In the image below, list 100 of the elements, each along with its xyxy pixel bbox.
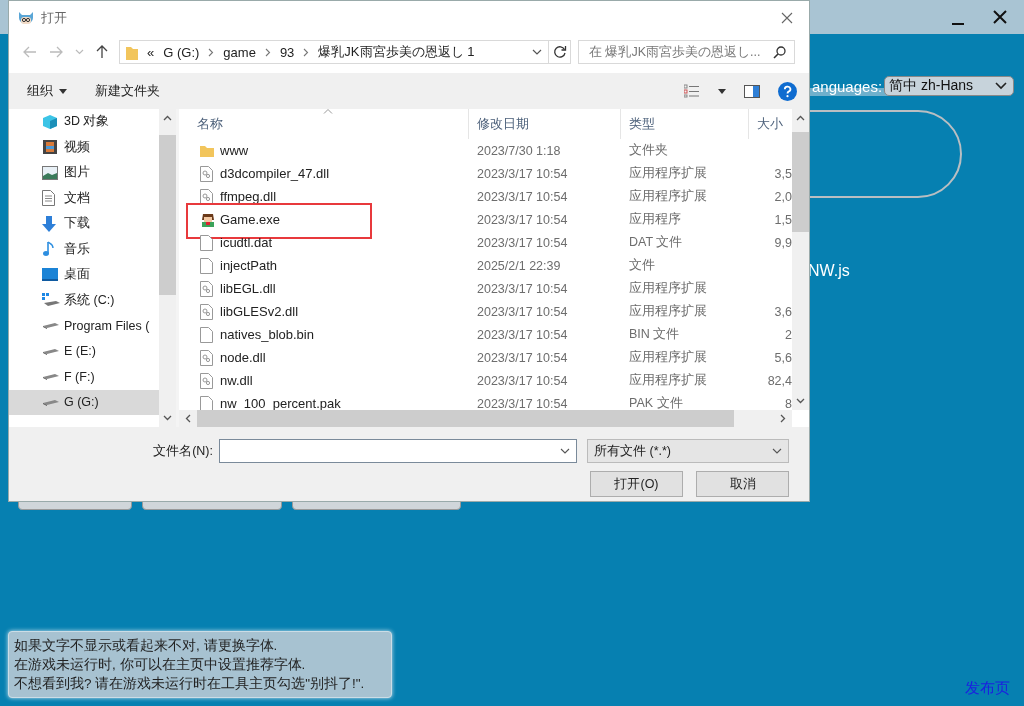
dropdown-icon — [532, 49, 542, 55]
address-bar[interactable]: « G (G:) game 93 爆乳JK雨宮歩美の恩返し 1 — [119, 40, 549, 64]
file-name[interactable]: natives_blob.bin — [220, 327, 314, 342]
sidebar-item[interactable]: E (E:) — [9, 338, 159, 364]
breadcrumb-item[interactable]: 93 — [279, 44, 295, 60]
file-name-label: 文件名(N): — [153, 442, 213, 460]
file-type: 文件夹 — [628, 142, 669, 159]
file-date: 2023/3/17 10:54 — [476, 350, 569, 365]
horizontal-scrollbar[interactable] — [179, 410, 792, 427]
file-date: 2023/3/17 10:54 — [476, 327, 569, 342]
chevron-down-icon — [74, 49, 84, 55]
scroll-down-icon[interactable] — [163, 415, 172, 421]
search-icon — [773, 45, 786, 59]
cancel-button[interactable]: 取消 — [696, 471, 789, 497]
file-name[interactable]: icudtl.dat — [220, 235, 273, 250]
file-type: DAT 文件 — [628, 234, 684, 251]
chevron-icon — [264, 47, 271, 57]
file-name[interactable]: libEGL.dll — [220, 281, 276, 296]
scroll-up-icon[interactable] — [796, 115, 805, 121]
language-select[interactable]: 简中 zh-Hans — [884, 76, 1015, 96]
file-type: 文件 — [628, 257, 656, 274]
file-name[interactable]: nw_100_percent.pak — [220, 396, 341, 410]
sidebar-item[interactable]: 视频 — [9, 134, 159, 160]
breadcrumb-item[interactable]: 爆乳JK雨宮歩美の恩返し 1 — [318, 43, 475, 61]
up-arrow-icon — [96, 45, 108, 59]
file-type-select[interactable]: 所有文件 (*.*) — [587, 439, 789, 463]
notice-text: 不想看到我? 请在游戏未运行时在工具主页勾选"别抖了!". — [14, 675, 366, 693]
folder-icon — [200, 144, 214, 157]
organize-menu[interactable]: 组织 — [19, 78, 75, 104]
close-button[interactable] — [992, 9, 1008, 25]
character-icon — [200, 211, 216, 228]
refresh-button[interactable] — [549, 40, 571, 64]
file-size: 9,9 — [773, 235, 792, 250]
file-type: PAK 文件 — [628, 395, 684, 410]
close-icon — [992, 9, 1008, 25]
file-size: 5,6 — [773, 350, 792, 365]
sidebar-item[interactable]: 下载 — [9, 211, 159, 237]
column-header[interactable]: 名称 — [179, 109, 469, 139]
drive-icon — [42, 347, 60, 355]
chevron-down-icon — [772, 448, 782, 454]
file-date: 2023/3/17 10:54 — [476, 189, 569, 204]
sidebar-item[interactable]: F (F:) — [9, 364, 159, 390]
file-name[interactable]: injectPath — [220, 258, 278, 273]
sidebar-item[interactable]: G (G:) — [9, 389, 159, 415]
gear-file-icon — [200, 280, 213, 297]
file-date: 2023/3/17 10:54 — [476, 281, 569, 296]
sidebar-item[interactable]: Program Files ( — [9, 313, 159, 339]
scroll-left-icon[interactable] — [185, 414, 191, 423]
gear-file-icon — [200, 372, 213, 389]
file-icon — [200, 257, 213, 274]
file-name[interactable]: ffmpeg.dll — [220, 189, 277, 204]
file-date: 2025/2/1 22:39 — [476, 258, 562, 273]
column-header[interactable]: 修改日期 — [469, 109, 621, 139]
file-type: 应用程序扩展 — [628, 188, 708, 205]
file-name[interactable]: www — [220, 143, 249, 158]
breadcrumb-item[interactable]: « — [147, 44, 155, 60]
scroll-up-icon[interactable] — [163, 115, 172, 121]
file-name[interactable]: Game.exe — [220, 212, 280, 227]
languages-label: anguages: — [812, 77, 883, 95]
picture-icon — [42, 165, 58, 180]
refresh-icon — [552, 45, 567, 59]
file-name[interactable]: nw.dll — [220, 373, 253, 388]
sidebar-item[interactable]: 系统 (C:) — [9, 287, 159, 313]
forward-arrow-icon — [49, 46, 63, 58]
scroll-right-icon[interactable] — [780, 414, 786, 423]
gear-file-icon — [200, 165, 213, 182]
file-name[interactable]: node.dll — [220, 350, 266, 365]
file-type: BIN 文件 — [628, 326, 681, 343]
sidebar-item[interactable]: 桌面 — [9, 262, 159, 288]
music-note-icon — [42, 241, 54, 258]
file-date: 2023/3/17 10:54 — [476, 373, 569, 388]
sidebar-item[interactable]: 音乐 — [9, 236, 159, 262]
file-size: 82,4 — [766, 373, 792, 388]
file-date: 2023/3/17 10:54 — [476, 235, 569, 250]
column-header[interactable]: 类型 — [621, 109, 749, 139]
chevron-down-icon — [560, 448, 570, 454]
sidebar-item[interactable]: 3D 对象 — [9, 109, 159, 135]
file-name[interactable]: libGLESv2.dll — [220, 304, 299, 319]
drive-icon — [42, 293, 60, 308]
sidebar-item[interactable]: 图片 — [9, 160, 159, 186]
folder-icon — [126, 44, 138, 60]
file-list-scrollbar[interactable] — [792, 109, 809, 410]
file-size: 8 — [784, 396, 792, 410]
sidebar-item[interactable]: 文档 — [9, 185, 159, 211]
open-button[interactable]: 打开(O) — [590, 471, 683, 497]
mascot-icon — [17, 10, 35, 26]
chevron-icon — [303, 47, 310, 57]
breadcrumb-item[interactable]: game — [223, 44, 256, 60]
new-folder-button[interactable]: 新建文件夹 — [87, 78, 168, 104]
desktop-icon — [42, 268, 58, 282]
search-field[interactable]: 在 爆乳JK雨宮歩美の恩返し... — [578, 40, 795, 64]
scroll-down-icon[interactable] — [796, 398, 805, 404]
breadcrumb-item[interactable]: G (G:) — [163, 44, 200, 60]
cube-icon — [42, 113, 58, 130]
caret-icon — [59, 88, 67, 94]
column-header[interactable]: 大小 — [749, 109, 792, 139]
file-type: 应用程序扩展 — [628, 349, 708, 366]
file-type: 应用程序扩展 — [628, 372, 708, 389]
file-name[interactable]: d3dcompiler_47.dll — [220, 166, 330, 181]
file-name-field[interactable] — [219, 439, 577, 463]
